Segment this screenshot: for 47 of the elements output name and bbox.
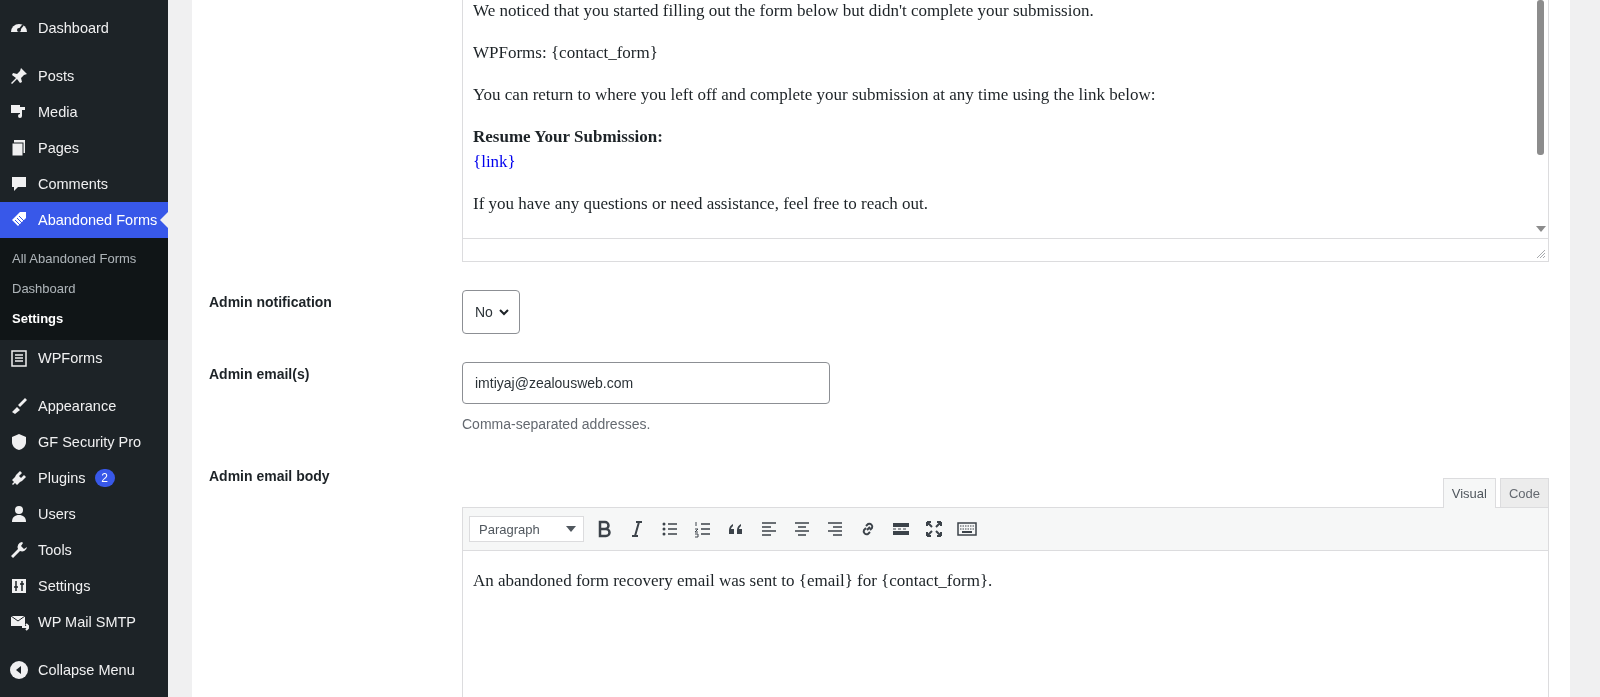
- collapse-menu-button[interactable]: Collapse Menu: [0, 652, 168, 688]
- shield-icon: [9, 432, 29, 452]
- editor-text: An abandoned form recovery email was sent to {email} for {contact_form}.: [473, 571, 993, 590]
- menu-item[interactable]: GF Security Pro: [0, 424, 168, 460]
- editor-text: If you have any questions or need assistance, feel free to reach out.: [473, 193, 930, 215]
- menu-item[interactable]: WPForms: [0, 340, 168, 376]
- menu-item[interactable]: Dashboard: [0, 10, 168, 46]
- count-badge: 2: [94, 469, 115, 487]
- submenu-item[interactable]: Dashboard: [0, 274, 168, 304]
- menu-item[interactable]: Comments: [0, 166, 168, 202]
- user-icon: [9, 504, 29, 524]
- menu-item[interactable]: Posts: [0, 58, 168, 94]
- editor-tab[interactable]: Code: [1499, 478, 1549, 507]
- resize-grip-icon[interactable]: [1536, 249, 1546, 259]
- menu-item[interactable]: Settings: [0, 568, 168, 604]
- menu-item[interactable]: Abandoned Forms: [0, 202, 168, 238]
- collapse-icon: [9, 660, 29, 680]
- menu-item[interactable]: WP Mail SMTP: [0, 604, 168, 640]
- editor-tab[interactable]: Visual: [1442, 478, 1496, 508]
- caret-icon: [566, 526, 576, 532]
- form-icon: [9, 348, 29, 368]
- sliders-icon: [9, 576, 29, 596]
- field-label: Admin email body: [209, 467, 331, 486]
- field-hint: Comma-separated addresses.: [462, 416, 652, 432]
- email-field[interactable]: imtiyaj@zealousweb.com: [462, 362, 830, 404]
- field-label: Admin notification: [209, 293, 333, 312]
- submenu-item[interactable]: All Abandoned Forms: [0, 244, 168, 274]
- chevron-down-icon: [498, 308, 509, 316]
- menu-item[interactable]: Users: [0, 496, 168, 532]
- pin-icon: [9, 66, 29, 86]
- wrench-icon: [9, 540, 29, 560]
- menu-item[interactable]: Pages: [0, 130, 168, 166]
- editor-text: WPForms: {contact_form}: [473, 42, 659, 64]
- menu-item[interactable]: Appearance: [0, 388, 168, 424]
- field-label: Admin email(s): [209, 365, 311, 384]
- email-editor[interactable]: [462, 0, 1549, 262]
- submenu-item[interactable]: Settings: [0, 304, 168, 334]
- link[interactable]: {link}: [473, 152, 516, 171]
- editor-text: Resume Your Submission:: [473, 126, 664, 148]
- comment-icon: [9, 174, 29, 194]
- menu-item[interactable]: Media: [0, 94, 168, 130]
- menu-item[interactable]: Plugins 2: [0, 460, 168, 496]
- format-select[interactable]: Paragraph: [469, 516, 584, 542]
- editor-text: We noticed that you started filling out the form below but didn't complete your submission.: [473, 0, 1095, 22]
- menu-item[interactable]: Tools: [0, 532, 168, 568]
- select-dropdown[interactable]: No: [462, 290, 520, 334]
- editor-text: You can return to where you left off and complete your submission at any time using the link below:: [473, 84, 1157, 106]
